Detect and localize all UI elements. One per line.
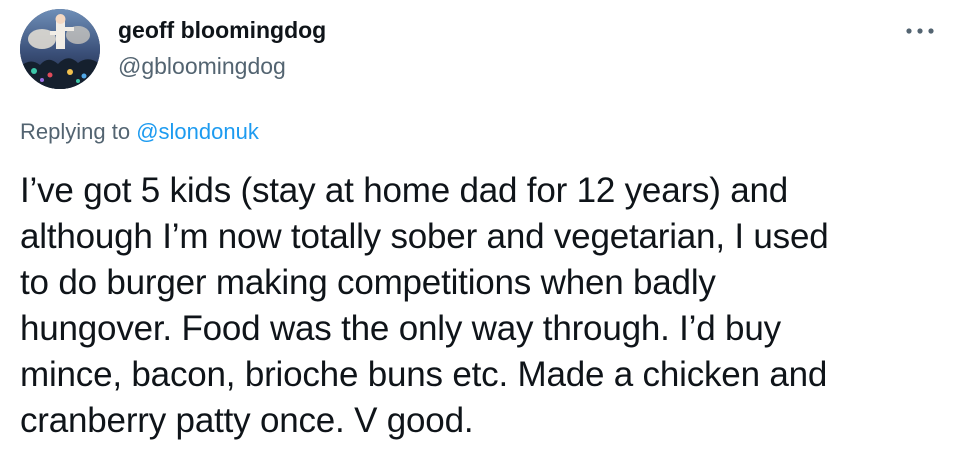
profile-photo-icon (20, 9, 100, 89)
author-display-name[interactable]: geoff bloomingdog (118, 17, 326, 44)
replying-to-label: Replying to (20, 119, 137, 144)
ellipsis-icon (906, 28, 934, 34)
tweet-text: I’ve got 5 kids (stay at home dad for 12… (20, 171, 829, 440)
more-options-button[interactable] (900, 16, 940, 46)
tweet-card: geoff bloomingdog @gbloomingdog Replying… (0, 0, 960, 465)
replying-to-handle-link[interactable]: @slondonuk (136, 119, 259, 144)
author-handle[interactable]: @gbloomingdog (118, 53, 286, 80)
replying-to-line: Replying to @slondonuk (20, 119, 259, 145)
avatar[interactable] (20, 9, 100, 89)
